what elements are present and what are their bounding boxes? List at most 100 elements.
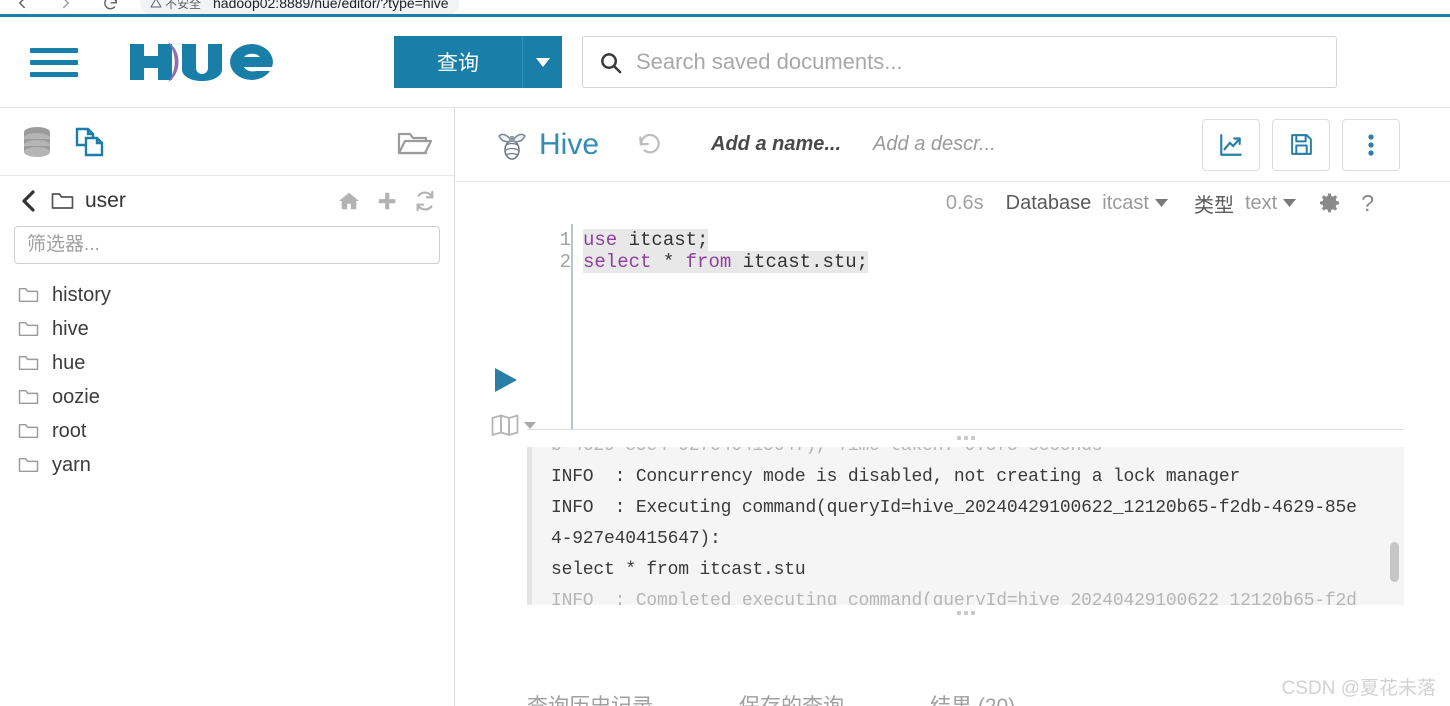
breadcrumb-path: user — [85, 189, 126, 212]
filter-input[interactable] — [14, 226, 440, 264]
folder-label: history — [52, 283, 111, 306]
sql-keyword: from — [685, 251, 732, 273]
log-line: INFO : Executing command(queryId=hive_20… — [551, 498, 1357, 518]
folder-icon — [51, 191, 74, 211]
tab-results[interactable]: 结果 (20) — [930, 690, 1015, 706]
folder-row[interactable]: history — [0, 278, 454, 312]
database-value[interactable]: itcast — [1102, 192, 1149, 215]
browser-reload-button[interactable] — [88, 0, 132, 14]
result-tabs: 查询历史记录 保存的查询 结果 (20) — [527, 690, 1227, 706]
editor-gutter-actions — [485, 224, 545, 436]
security-warning-badge[interactable]: 不安全 — [150, 0, 201, 12]
code-row: select * from itcast.stu; — [583, 251, 1450, 273]
kebab-menu-icon[interactable] — [1342, 118, 1400, 171]
code-row: use itcast; — [583, 229, 1450, 251]
grip-dots-icon — [956, 436, 975, 440]
question-mark-icon[interactable]: ? — [1361, 190, 1374, 217]
hamburger-menu-icon[interactable] — [30, 42, 82, 82]
folder-label: hue — [52, 351, 86, 374]
hive-bee-icon — [495, 128, 529, 162]
search-saved-documents-container[interactable] — [582, 36, 1337, 88]
query-name-field[interactable]: Add a name... — [711, 133, 841, 156]
code-line-1: use itcast; — [583, 229, 709, 251]
assist-panel-tabs — [0, 108, 454, 176]
documents-icon[interactable] — [74, 126, 106, 158]
editor-header: Hive Add a name... Add a descr... — [455, 108, 1450, 182]
query-button-group: 查询 — [394, 36, 562, 88]
browser-url-bar[interactable]: 不安全 hadoop02:8889/hue/editor/?type=hive — [140, 0, 459, 14]
sql-keyword: select — [583, 251, 652, 273]
gear-icon[interactable] — [1318, 192, 1341, 215]
search-icon — [599, 51, 622, 74]
folder-label: yarn — [52, 453, 91, 476]
folder-row[interactable]: oozie — [0, 380, 454, 414]
log-scrollbar-thumb[interactable] — [1390, 542, 1399, 582]
log-line: 4-927e40415647): — [551, 529, 721, 549]
tab-query-history[interactable]: 查询历史记录 — [527, 690, 653, 706]
folder-icon — [18, 354, 39, 372]
type-value[interactable]: text — [1245, 192, 1277, 215]
query-description-field[interactable]: Add a descr... — [873, 133, 996, 156]
breadcrumb-back-icon[interactable] — [20, 189, 37, 213]
database-label: Database — [1005, 191, 1092, 214]
log-line: b-4629-85e4-927e40415647), Time taken: 0… — [551, 447, 1380, 462]
url-text: hadoop02:8889/hue/editor/?type=hive — [213, 0, 449, 11]
security-warning-label: 不安全 — [165, 0, 202, 11]
log-line: INFO : Concurrency mode is disabled, not… — [551, 467, 1241, 487]
folder-icon — [18, 456, 39, 474]
browser-back-button[interactable] — [0, 0, 44, 14]
type-chevron-down-icon[interactable] — [1283, 194, 1297, 212]
sql-text: itcast; — [617, 229, 709, 251]
home-icon[interactable] — [338, 190, 360, 212]
folder-icon — [18, 286, 39, 304]
editor-toolbar: 0.6s Database itcast 类型 text ? — [455, 182, 1450, 224]
save-icon[interactable] — [1272, 118, 1330, 171]
sql-text: itcast.stu; — [731, 251, 869, 273]
breadcrumb: user — [0, 176, 454, 226]
folder-row[interactable]: root — [0, 414, 454, 448]
code-line-2: select * from itcast.stu; — [583, 251, 869, 273]
folder-label: root — [52, 419, 87, 442]
folder-label: hive — [52, 317, 89, 340]
code-content[interactable]: use itcast; select * from itcast.stu; — [571, 224, 1450, 429]
folder-icon — [18, 320, 39, 338]
line-number: 2 — [559, 251, 571, 273]
query-button[interactable]: 查询 — [394, 36, 522, 88]
log-resize-handle[interactable] — [527, 429, 1404, 447]
hue-logo[interactable] — [124, 32, 276, 92]
sql-keyword: use — [583, 229, 618, 251]
folder-open-icon[interactable] — [396, 126, 432, 158]
plus-icon[interactable] — [376, 190, 398, 212]
chart-icon[interactable] — [1202, 118, 1260, 171]
log-line: select * from itcast.stu — [551, 560, 806, 580]
sql-editor-area: 1 2 use itcast; select * from itcast.stu… — [455, 224, 1450, 436]
history-revert-icon[interactable] — [637, 132, 663, 158]
left-assist-panel: user hist — [0, 108, 455, 706]
database-icon[interactable] — [22, 126, 52, 158]
tab-saved-queries[interactable]: 保存的查询 — [739, 690, 844, 706]
editor-engine-name: Hive — [539, 127, 600, 161]
query-dropdown-caret-icon[interactable] — [522, 36, 562, 88]
hue-top-navbar: 查询 — [0, 14, 1450, 108]
query-log-output[interactable]: b-4629-85e4-927e40415647), Time taken: 0… — [527, 447, 1404, 605]
play-run-icon[interactable] — [493, 366, 519, 394]
browser-forward-button[interactable] — [44, 0, 88, 14]
folder-row[interactable]: hive — [0, 312, 454, 346]
database-chevron-down-icon[interactable] — [1154, 194, 1168, 212]
line-numbers: 1 2 — [545, 224, 571, 429]
refresh-icon[interactable] — [414, 190, 436, 212]
folder-icon — [18, 388, 39, 406]
execution-time: 0.6s — [945, 191, 984, 214]
filter-container — [0, 226, 454, 264]
sql-star: * — [651, 251, 686, 273]
code-editor[interactable]: 1 2 use itcast; select * from itcast.stu… — [545, 224, 1450, 429]
search-input[interactable] — [636, 49, 1320, 75]
folder-row[interactable]: yarn — [0, 448, 454, 482]
folder-label: oozie — [52, 385, 100, 408]
folder-row[interactable]: hue — [0, 346, 454, 380]
editor-panel: Hive Add a name... Add a descr... 0.6s D… — [455, 108, 1450, 706]
log-line: INFO : Completed executing command(query… — [551, 591, 1357, 605]
grip-dots-icon — [956, 611, 975, 615]
log-bottom-handle[interactable] — [527, 605, 1404, 621]
watermark: CSDN @夏花未落 — [1281, 678, 1436, 699]
